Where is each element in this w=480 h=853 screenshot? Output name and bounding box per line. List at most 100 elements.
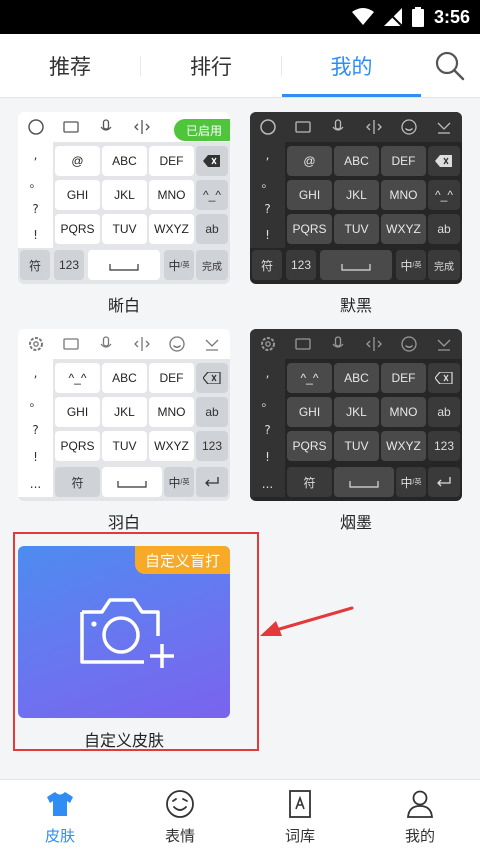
bottom-navigation: 皮肤 表情 词库 我的 xyxy=(0,779,480,853)
microphone-icon xyxy=(332,119,344,131)
tab-ranking[interactable]: 排行 xyxy=(141,34,281,98)
skin-name: 烟墨 xyxy=(339,513,372,532)
battery-icon xyxy=(411,7,424,27)
tab-recommend[interactable]: 推荐 xyxy=(0,34,140,98)
punct-key: ... xyxy=(261,476,274,491)
nav-item-skin[interactable]: 皮肤 xyxy=(0,780,120,853)
backspace-icon xyxy=(203,155,220,167)
skin-card-yubai[interactable]: , 。 ? ! ... ^_^ ABC DEF GHI JKL MNO ab P… xyxy=(18,329,230,533)
punctuation-column: , 。 ? ! ... xyxy=(18,359,53,497)
key: @ xyxy=(55,146,100,176)
key: WXYZ xyxy=(381,431,426,461)
tab-mine[interactable]: 我的 xyxy=(282,34,421,98)
punct-key: , xyxy=(33,365,38,380)
punct-key: ! xyxy=(33,449,38,464)
logo-icon xyxy=(259,119,276,135)
punct-key: , xyxy=(265,365,270,380)
nav-item-mine[interactable]: 我的 xyxy=(360,780,480,853)
punct-key: ? xyxy=(32,422,39,437)
smiley-icon xyxy=(401,119,417,135)
key: ABC xyxy=(334,363,379,393)
key: ABC xyxy=(102,363,147,393)
keyboard-toolbar xyxy=(250,329,462,359)
key-enter xyxy=(428,467,460,497)
key: GHI xyxy=(287,180,332,210)
logo-icon xyxy=(27,119,44,135)
key-space xyxy=(334,467,394,497)
tab-label: 排行 xyxy=(190,55,232,79)
key: PQRS xyxy=(287,431,332,461)
annotation-arrow xyxy=(260,606,354,636)
punctuation-column: , 。 ? ! ... xyxy=(250,359,285,497)
top-tab-bar: 推荐 排行 我的 xyxy=(0,34,480,98)
key-123: 123 xyxy=(54,250,84,280)
key: DEF xyxy=(381,363,426,393)
keyboard-icon xyxy=(295,338,311,350)
key-123: 123 xyxy=(196,431,228,461)
tshirt-icon xyxy=(47,791,73,816)
punct-key: ! xyxy=(265,449,270,464)
key: TUV xyxy=(102,431,147,461)
key: GHI xyxy=(55,180,100,210)
nav-item-dictionary[interactable]: 词库 xyxy=(240,780,360,853)
backspace-icon xyxy=(435,155,452,167)
custom-skin-button[interactable]: 自定义盲打 xyxy=(18,546,230,718)
key-sublabel: /英 xyxy=(412,479,422,486)
nav-label: 表情 xyxy=(164,826,195,845)
settings-icon xyxy=(260,337,275,351)
search-icon[interactable] xyxy=(434,50,466,82)
key-label: 中 xyxy=(168,475,181,490)
keyboard-icon xyxy=(63,338,79,350)
key: TUV xyxy=(102,214,147,244)
key: TUV xyxy=(334,431,379,461)
punct-key: , xyxy=(33,147,38,162)
key: MNO xyxy=(149,180,194,210)
tab-active-indicator xyxy=(282,94,421,97)
punct-key: 。 xyxy=(261,175,274,190)
key-chinese: 中/英 xyxy=(164,250,194,280)
key: GHI xyxy=(55,397,100,427)
key: ABC xyxy=(334,146,379,176)
keyboard-toolbar xyxy=(18,329,230,359)
key-backspace xyxy=(196,363,228,393)
key: MNO xyxy=(381,397,426,427)
key-face: ^_^ xyxy=(287,363,332,393)
key: WXYZ xyxy=(149,431,194,461)
cursor-move-icon xyxy=(133,337,150,351)
camera-plus-icon xyxy=(80,598,174,668)
key-chinese: 中/英 xyxy=(396,250,426,280)
key: PQRS xyxy=(287,214,332,244)
cursor-move-icon xyxy=(133,120,150,134)
skin-card-xibai[interactable]: 已启用 , 。 ? ! @ ABC DEF GHI JKL MNO ^_^ PQ… xyxy=(18,112,230,316)
key-symbol: 符 xyxy=(20,250,50,280)
key: JKL xyxy=(102,397,147,427)
key-symbol: 符 xyxy=(55,467,100,497)
punct-key: ! xyxy=(33,228,38,243)
space-icon xyxy=(117,481,147,488)
backspace-icon xyxy=(435,372,453,384)
nav-item-emoji[interactable]: 表情 xyxy=(120,780,240,853)
status-time: 3:56 xyxy=(433,6,470,27)
skin-card-yanmo[interactable]: , 。 ? ! ... ^_^ ABC DEF GHI JKL MNO ab P… xyxy=(250,329,462,533)
space-icon xyxy=(349,481,379,488)
key: TUV xyxy=(334,214,379,244)
collapse-icon xyxy=(437,339,451,351)
key: JKL xyxy=(334,397,379,427)
punct-key: ! xyxy=(265,228,270,243)
key-done: 完成 xyxy=(196,250,228,280)
collapse-icon xyxy=(437,122,451,134)
punct-key: ? xyxy=(264,202,271,217)
key-space xyxy=(88,250,160,280)
skin-name: 晰白 xyxy=(107,296,140,315)
keyboard-icon xyxy=(295,121,311,133)
key: WXYZ xyxy=(381,214,426,244)
skin-card-mohei[interactable]: , 。 ? ! @ ABC DEF GHI JKL MNO ^_^ PQRS T… xyxy=(250,112,462,316)
key: MNO xyxy=(381,180,426,210)
key-label: 中 xyxy=(168,258,181,273)
key: @ xyxy=(287,146,332,176)
nav-label: 我的 xyxy=(404,826,435,845)
skin-name: 羽白 xyxy=(107,513,140,532)
key-sublabel: /英 xyxy=(180,262,190,269)
backspace-icon xyxy=(203,372,221,384)
key: MNO xyxy=(149,397,194,427)
